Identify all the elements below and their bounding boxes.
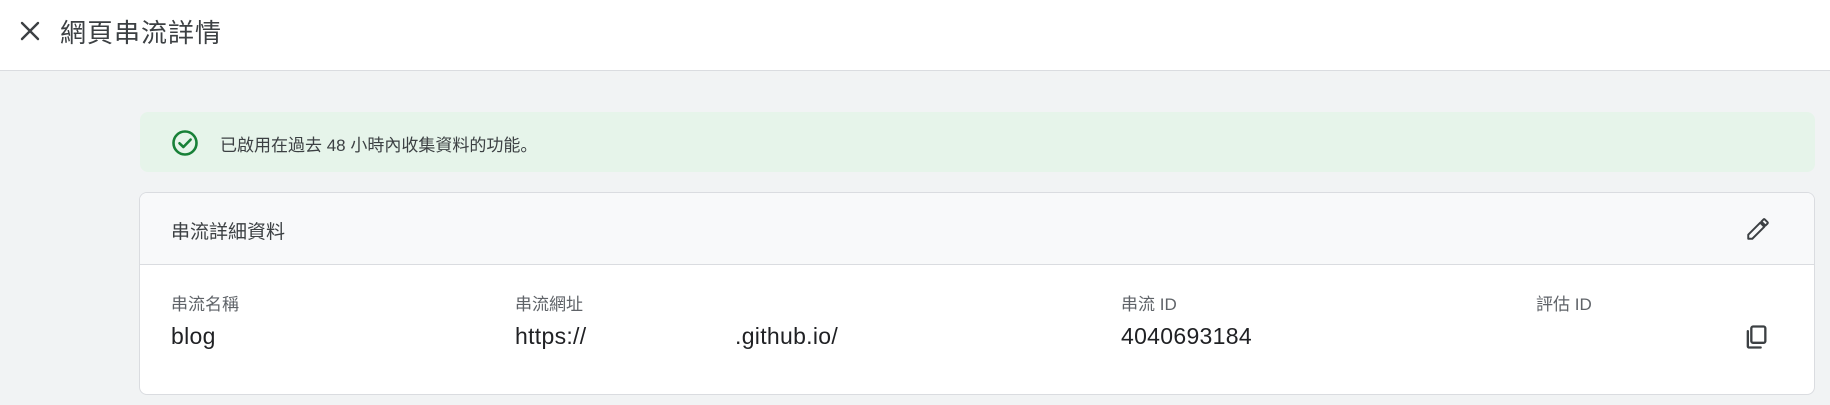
stream-url-prefix: https:// xyxy=(515,323,587,349)
page-title: 網頁串流詳情 xyxy=(60,18,223,48)
data-collection-banner: 已啟用在過去 48 小時內收集資料的功能。 xyxy=(140,112,1815,172)
card-title: 串流詳細資料 xyxy=(171,222,286,243)
close-icon xyxy=(20,21,40,41)
stream-name-label: 串流名稱 xyxy=(171,295,239,314)
stream-id-value: 4040693184 xyxy=(1121,323,1252,349)
stream-name-value: blog xyxy=(171,323,216,349)
stream-url-label: 串流網址 xyxy=(515,295,583,314)
stream-id-label: 串流 ID xyxy=(1121,295,1177,314)
stream-details-card: 串流詳細資料 串流名稱 blog 串流網址 https:// .github.i… xyxy=(139,192,1815,395)
banner-message: 已啟用在過去 48 小時內收集資料的功能。 xyxy=(220,136,538,155)
copy-icon xyxy=(1746,325,1767,349)
measurement-id-label: 評估 ID xyxy=(1536,295,1592,314)
check-circle-icon xyxy=(172,130,198,156)
top-bar: 網頁串流詳情 xyxy=(0,0,1830,71)
stream-url-suffix: .github.io/ xyxy=(735,323,839,349)
close-button[interactable] xyxy=(14,15,46,47)
pencil-icon xyxy=(1747,218,1769,240)
card-header: 串流詳細資料 xyxy=(140,193,1814,265)
edit-button[interactable] xyxy=(1742,213,1774,245)
copy-measurement-id-button[interactable] xyxy=(1738,319,1774,355)
